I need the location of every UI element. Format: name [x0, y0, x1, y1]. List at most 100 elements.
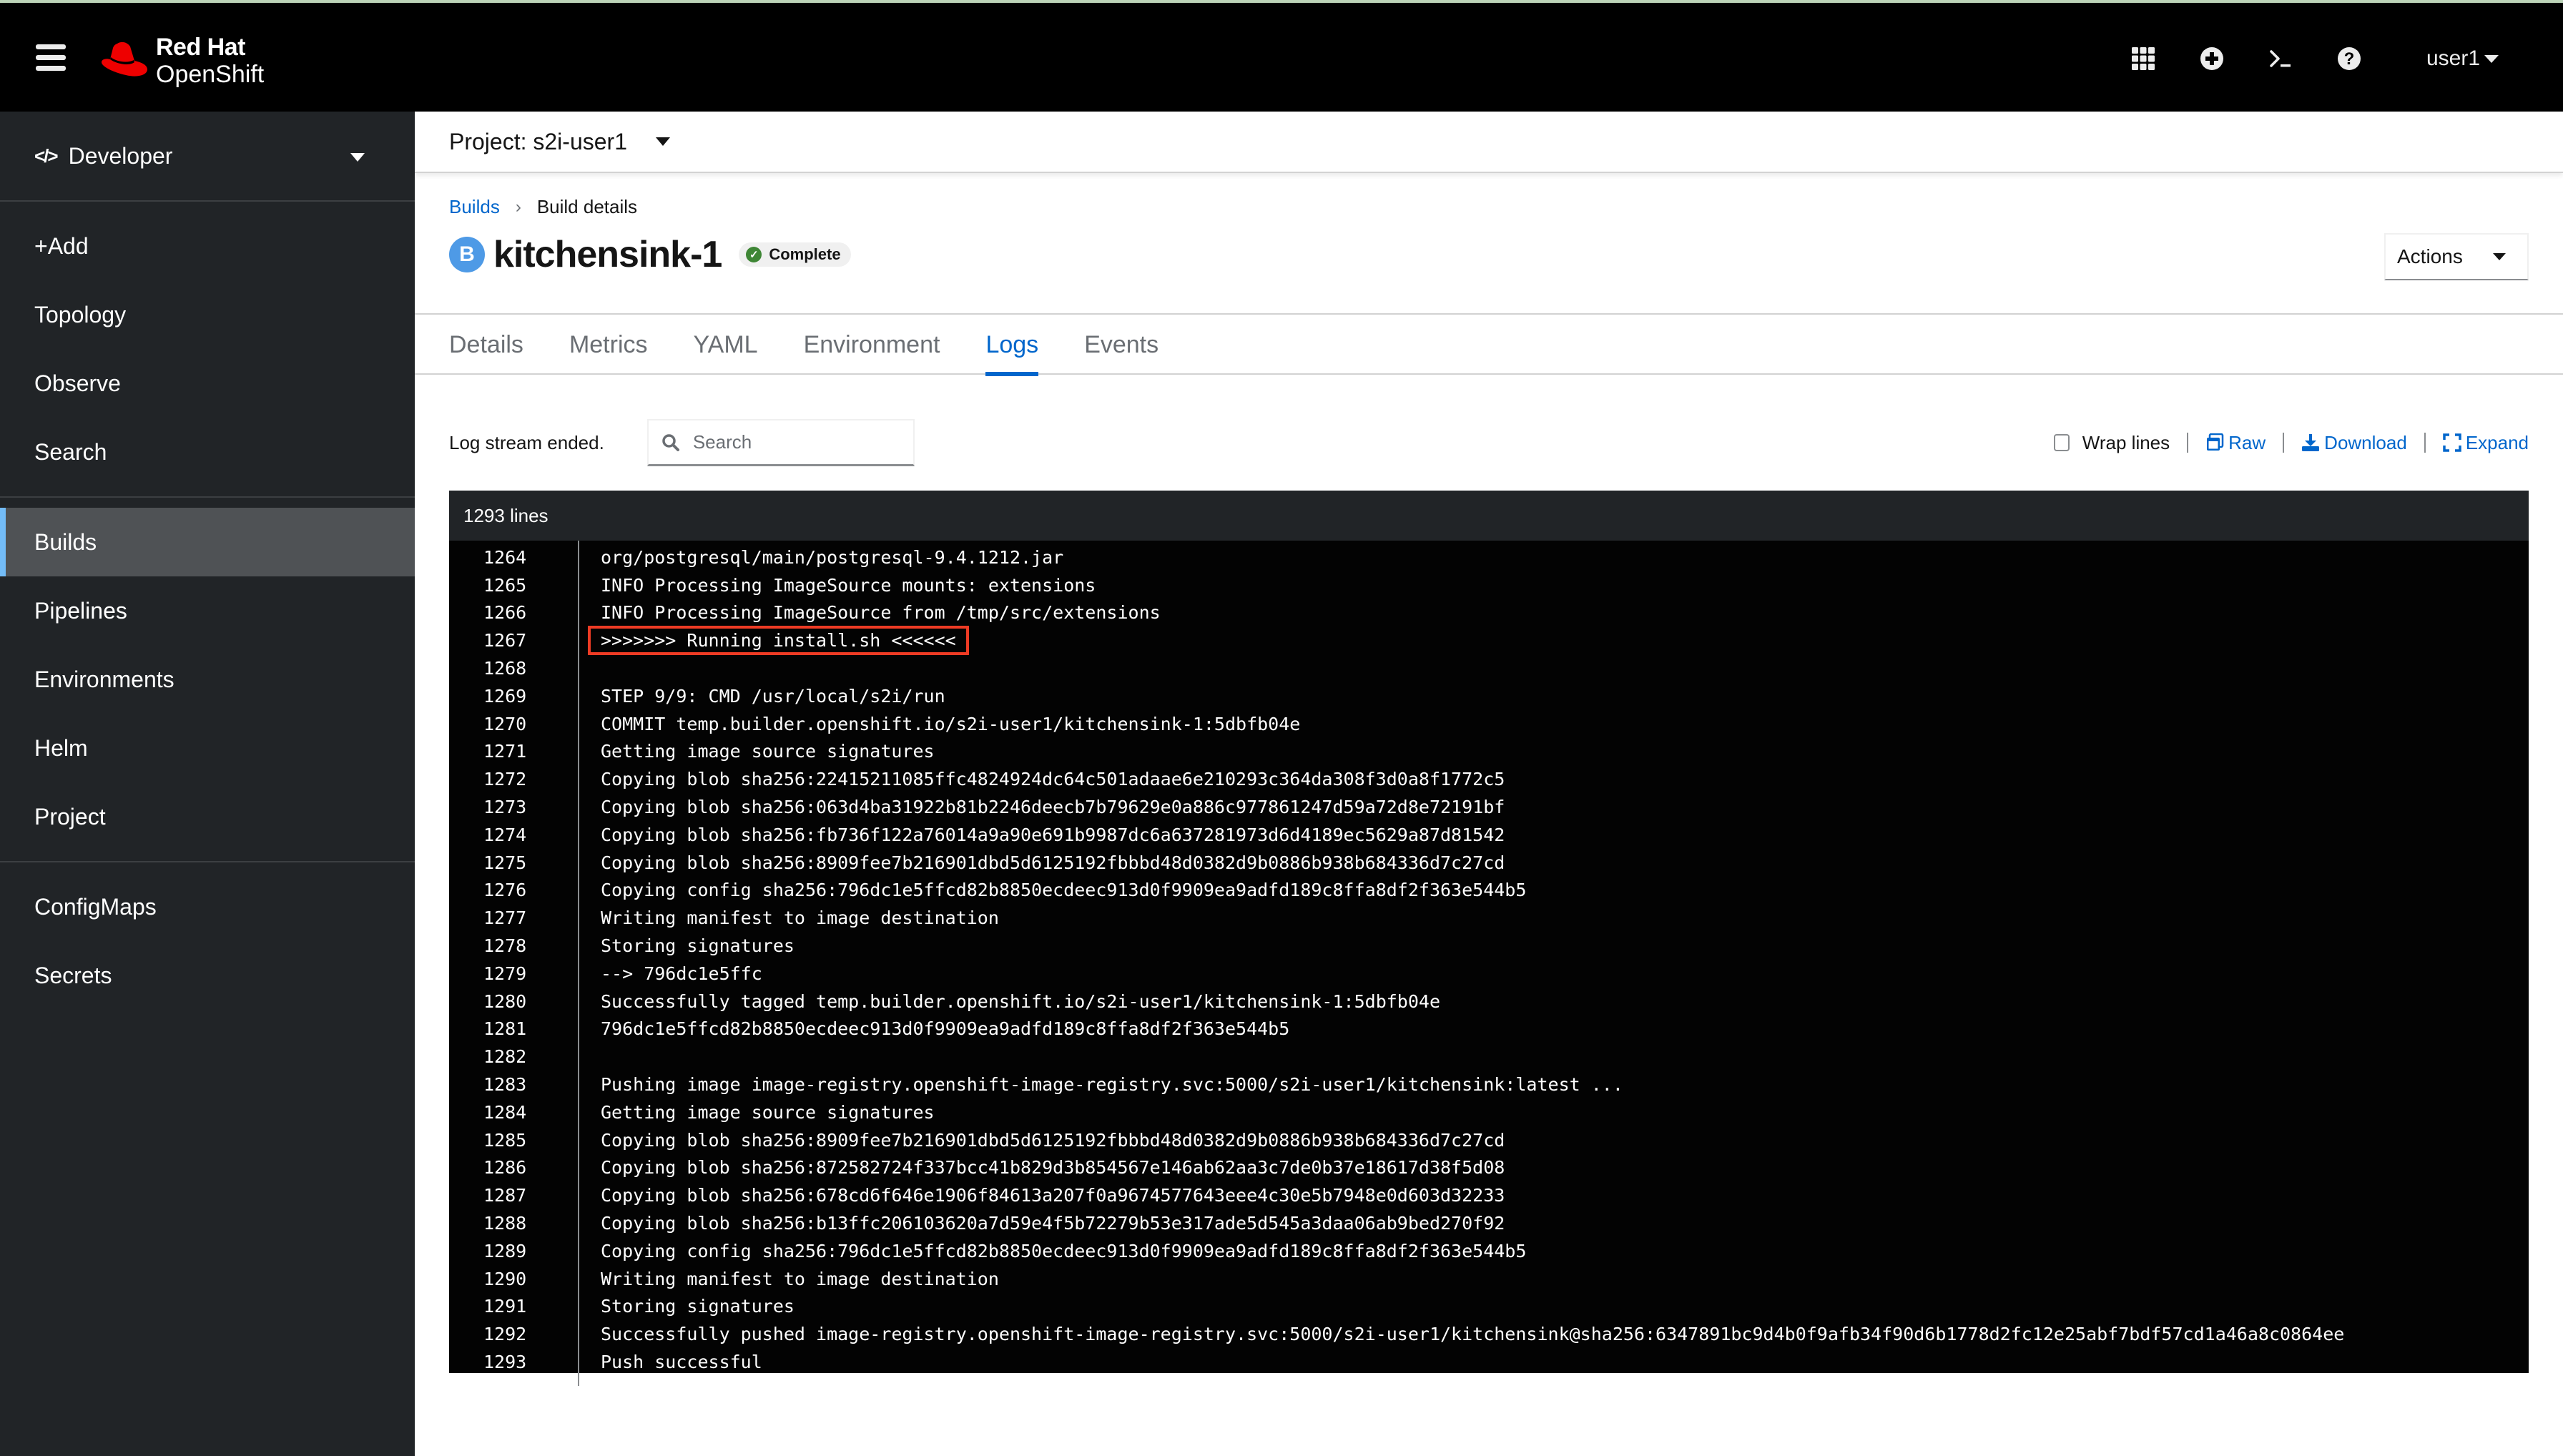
sidebar-item-label: Secrets	[34, 962, 112, 988]
expand-link[interactable]: Expand	[2443, 432, 2529, 454]
log-line: 1268	[449, 654, 2529, 682]
nav-divider	[0, 861, 415, 862]
sidebar-item-helm[interactable]: Helm	[0, 714, 415, 782]
log-line-number: 1281	[483, 1018, 527, 1040]
download-link[interactable]: Download	[2301, 432, 2407, 454]
sidebar-item-label: Search	[34, 438, 107, 465]
log-line-text: Push successful	[601, 1352, 762, 1372]
project-selector[interactable]: Project: s2i-user1	[415, 112, 2563, 173]
log-line: 1292 Successfully pushed image-registry.o…	[449, 1320, 2529, 1348]
log-search-box[interactable]	[646, 419, 915, 466]
log-line: 1290 Writing manifest to image destinatio…	[449, 1265, 2529, 1293]
log-line-number: 1291	[483, 1296, 527, 1317]
sidebar-item-label: Pipelines	[34, 597, 127, 624]
log-line: 1293 Push successful	[449, 1348, 2529, 1376]
help-icon: ?	[2337, 47, 2361, 70]
log-line: 1287 Copying blob sha256:678cd6f646e1906f…	[449, 1181, 2529, 1209]
log-line: 1264 org/postgresql/main/postgresql-9.4.1…	[449, 543, 2529, 571]
page-heading: B kitchensink-1 ✓ Complete	[449, 233, 851, 276]
log-line-text: STEP 9/9: CMD /usr/local/s2i/run	[601, 685, 945, 707]
log-line-number: 1287	[483, 1185, 527, 1206]
log-line-number: 1268	[483, 658, 527, 679]
quick-create-button[interactable]	[2178, 24, 2246, 93]
log-stream-status: Log stream ended.	[449, 431, 604, 453]
status-text: Complete	[769, 245, 841, 263]
hamburger-bar	[36, 66, 66, 71]
wrap-lines-label[interactable]: Wrap lines	[2082, 432, 2170, 454]
caret-down-icon	[350, 153, 365, 162]
sidebar-item-pipelines[interactable]: Pipelines	[0, 576, 415, 645]
redhat-openshift-logo[interactable]: Red Hat OpenShift	[100, 29, 264, 93]
tab-environment[interactable]: Environment	[781, 315, 963, 375]
log-line-number: 1285	[483, 1129, 527, 1151]
log-search-input[interactable]	[692, 431, 907, 453]
sidebar-item-topology[interactable]: Topology	[0, 280, 415, 349]
nav-group-resources: Builds Pipelines Environments Helm Proje…	[0, 508, 415, 851]
log-line-text: Successfully pushed image-registry.opens…	[601, 1324, 2345, 1345]
tab-events[interactable]: Events	[1061, 315, 1181, 375]
perspective-switcher[interactable]: </> Developer	[0, 112, 415, 202]
breadcrumb-builds-link[interactable]: Builds	[449, 196, 500, 218]
sidebar-item-add[interactable]: +Add	[0, 212, 415, 280]
external-window-icon	[2207, 433, 2224, 451]
actions-dropdown[interactable]: Actions	[2384, 233, 2529, 280]
caret-down-icon	[2484, 54, 2499, 63]
wrap-lines-checkbox[interactable]	[2053, 434, 2070, 451]
log-line-text: Writing manifest to image destination	[601, 1268, 999, 1289]
tab-metrics[interactable]: Metrics	[546, 315, 671, 375]
log-line: 1288 Copying blob sha256:b13ffc206103620a…	[449, 1209, 2529, 1237]
tab-details[interactable]: Details	[449, 315, 546, 375]
log-line-text: Copying blob sha256:063d4ba31922b81b2246…	[601, 797, 1505, 818]
hamburger-menu-button[interactable]	[36, 44, 66, 73]
log-line-text: --> 796dc1e5ffc	[601, 963, 762, 984]
log-line-number: 1266	[483, 602, 527, 624]
nav-group-main: +Add Topology Observe Search	[0, 202, 415, 486]
sidebar-item-observe[interactable]: Observe	[0, 349, 415, 418]
log-line-number: 1286	[483, 1157, 527, 1179]
sidebar-item-project[interactable]: Project	[0, 782, 415, 851]
log-line-text: Copying config sha256:796dc1e5ffcd82b885…	[601, 880, 1527, 901]
tab-logs[interactable]: Logs	[963, 315, 1061, 376]
log-line: 1273 Copying blob sha256:063d4ba31922b81b…	[449, 793, 2529, 821]
log-line: 1284 Getting image source signatures	[449, 1098, 2529, 1126]
brand-line-1: Red Hat	[156, 34, 245, 61]
project-label: Project: s2i-user1	[449, 128, 627, 154]
sidebar-item-configmaps[interactable]: ConfigMaps	[0, 872, 415, 941]
sidebar-item-builds[interactable]: Builds	[0, 508, 415, 576]
divider	[2187, 433, 2189, 453]
log-line-number: 1276	[483, 880, 527, 901]
log-viewer: 1293 lines 1264 org/postgresql/main/postg…	[449, 491, 2529, 1386]
log-line-text: Storing signatures	[601, 1296, 795, 1317]
sidebar-item-environments[interactable]: Environments	[0, 645, 415, 714]
tab-yaml[interactable]: YAML	[671, 315, 781, 375]
sidebar-item-search[interactable]: Search	[0, 418, 415, 486]
log-line-number: 1288	[483, 1213, 527, 1234]
page-title: kitchensink-1	[493, 234, 722, 275]
log-line-number: 1267	[483, 630, 527, 651]
log-line-text: COMMIT temp.builder.openshift.io/s2i-use…	[601, 713, 1301, 734]
plus-circle-icon	[2200, 47, 2223, 70]
application-launcher-button[interactable]	[2109, 24, 2178, 93]
log-line-text: Getting image source signatures	[601, 1101, 935, 1123]
log-body[interactable]: 1264 org/postgresql/main/postgresql-9.4.1…	[449, 541, 2529, 1386]
log-line: 1291 Storing signatures	[449, 1293, 2529, 1321]
log-line-text: Copying blob sha256:b13ffc206103620a7d59…	[601, 1213, 1505, 1234]
user-menu-toggle[interactable]: user1	[2384, 46, 2563, 71]
hamburger-bar	[36, 55, 66, 60]
log-line: 1275 Copying blob sha256:8909fee7b216901d…	[449, 849, 2529, 877]
red-hat-icon	[102, 41, 147, 77]
sidebar-item-label: ConfigMaps	[34, 893, 157, 920]
web-terminal-button[interactable]	[2246, 24, 2315, 93]
build-resource-badge: B	[449, 237, 485, 272]
sidebar-item-label: Environments	[34, 666, 174, 692]
user-name: user1	[2426, 46, 2480, 70]
log-line-number: 1272	[483, 769, 527, 790]
log-line-number: 1290	[483, 1268, 527, 1289]
help-button[interactable]: ?	[2315, 24, 2384, 93]
sidebar: </> Developer +Add Topology Observe Sear…	[0, 112, 415, 1456]
log-line: 1276 Copying config sha256:796dc1e5ffcd82…	[449, 877, 2529, 905]
sidebar-item-secrets[interactable]: Secrets	[0, 941, 415, 1010]
log-line: 1271 Getting image source signatures	[449, 738, 2529, 766]
raw-link[interactable]: Raw	[2205, 432, 2266, 454]
nav-group-config: ConfigMaps Secrets	[0, 872, 415, 1010]
